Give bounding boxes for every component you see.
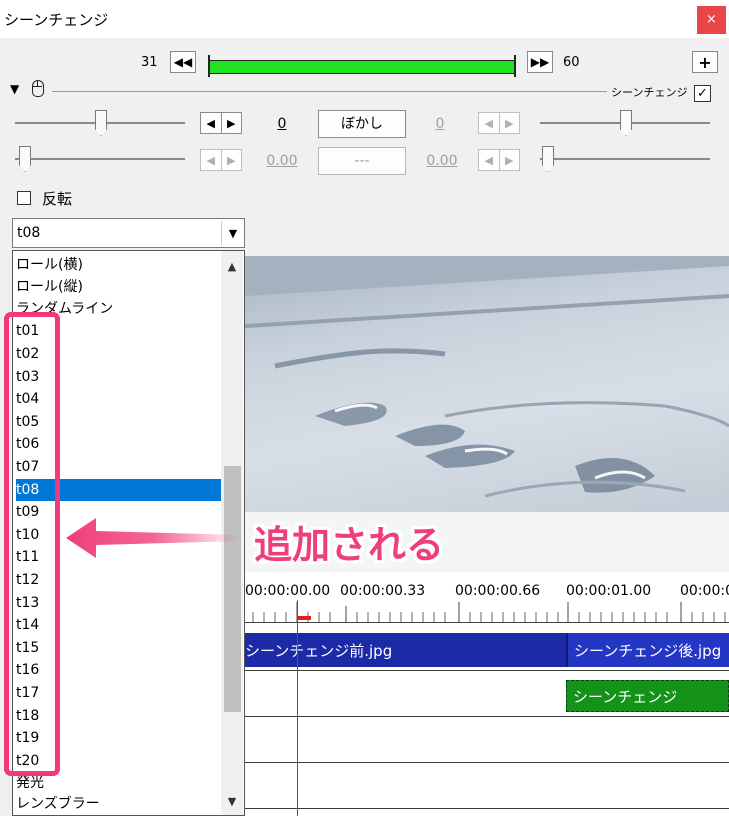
add-button[interactable]: + xyxy=(692,51,718,73)
transition-select[interactable]: t08 ▼ xyxy=(12,218,245,248)
ruler-ticks xyxy=(252,602,726,622)
prev-frame-button[interactable]: ◀◀ xyxy=(170,51,196,73)
increment-icon[interactable]: ▶ xyxy=(500,113,520,133)
ruler-label-3: 00:00:01.00 xyxy=(566,583,652,599)
scroll-up-icon[interactable]: ▲ xyxy=(221,257,243,277)
decrement-icon[interactable]: ◀ xyxy=(201,113,222,133)
close-button[interactable]: × xyxy=(697,6,726,34)
track-separator xyxy=(245,762,729,763)
section-divider xyxy=(52,91,607,92)
track-separator xyxy=(245,808,729,809)
time-ruler[interactable] xyxy=(245,598,729,623)
param-value-4[interactable]: 0.00 xyxy=(422,153,462,169)
slider-track-4 xyxy=(540,158,710,160)
playhead[interactable] xyxy=(297,600,298,816)
frame-end-label: 60 xyxy=(563,55,580,70)
invert-label: 反転 xyxy=(42,190,73,208)
stepper-4[interactable]: ◀ ▶ xyxy=(478,149,520,171)
next-frame-button[interactable]: ▶▶ xyxy=(527,51,553,73)
slider-track-3 xyxy=(15,158,185,160)
ruler-label-0: 00:00:00.00 xyxy=(245,583,331,599)
mouse-icon xyxy=(32,80,44,97)
title-bar xyxy=(0,0,729,38)
blur-button[interactable]: ぼかし xyxy=(318,110,406,138)
ruler-label-4: 00:00:0 xyxy=(680,583,729,599)
annotation-text: 追加される xyxy=(254,523,445,567)
stepper-3[interactable]: ◀ ▶ xyxy=(200,149,242,171)
increment-icon[interactable]: ▶ xyxy=(222,113,242,133)
track-separator xyxy=(245,670,729,671)
expand-icon[interactable]: ▼ xyxy=(10,82,19,96)
annotation-arrow-icon xyxy=(66,518,242,558)
effect-enable-checkbox[interactable]: ✓ xyxy=(694,85,711,102)
param-value-1[interactable]: 0 xyxy=(270,116,294,132)
decrement-icon[interactable]: ◀ xyxy=(479,150,500,170)
disabled-param-button[interactable]: --- xyxy=(318,147,406,175)
list-item[interactable]: ロール(横) xyxy=(16,254,221,276)
snow-texture xyxy=(245,256,729,498)
increment-icon[interactable]: ▶ xyxy=(500,150,520,170)
ruler-label-2: 00:00:00.66 xyxy=(455,583,541,599)
effect-clip[interactable]: シーンチェンジ xyxy=(566,680,729,712)
seek-end-tick xyxy=(514,55,516,77)
stepper-2[interactable]: ◀ ▶ xyxy=(478,112,520,134)
stepper-1[interactable]: ◀ ▶ xyxy=(200,112,242,134)
effect-name-label: シーンチェンジ xyxy=(611,86,688,99)
decrement-icon[interactable]: ◀ xyxy=(479,113,500,133)
window-title: シーンチェンジ xyxy=(4,11,109,29)
preview-image xyxy=(245,256,729,512)
ruler-label-1: 00:00:00.33 xyxy=(340,583,426,599)
param-value-3[interactable]: 0.00 xyxy=(262,153,302,169)
increment-icon[interactable]: ▶ xyxy=(222,150,242,170)
scrollbar-thumb[interactable] xyxy=(224,466,241,712)
list-item[interactable]: ロール(縦) xyxy=(16,276,221,298)
list-item[interactable]: レンズブラー xyxy=(16,793,221,815)
scroll-down-icon[interactable]: ▼ xyxy=(221,792,243,812)
annotation-highlight-box xyxy=(4,312,60,776)
invert-checkbox[interactable] xyxy=(17,191,31,205)
chevron-down-icon[interactable]: ▼ xyxy=(221,221,244,245)
decrement-icon[interactable]: ◀ xyxy=(201,150,222,170)
transition-select-value: t08 xyxy=(17,225,41,241)
clip-after-label: シーンチェンジ後.jpg xyxy=(574,642,722,660)
clip-after[interactable]: シーンチェンジ後.jpg xyxy=(566,633,729,667)
param-value-2[interactable]: 0 xyxy=(428,116,452,132)
seek-bar[interactable] xyxy=(209,60,515,74)
effect-clip-label: シーンチェンジ xyxy=(573,688,678,706)
track-separator xyxy=(245,716,729,717)
clip-before-label: シーンチェンジ前.jpg xyxy=(245,642,393,660)
frame-start-label: 31 xyxy=(141,55,158,70)
